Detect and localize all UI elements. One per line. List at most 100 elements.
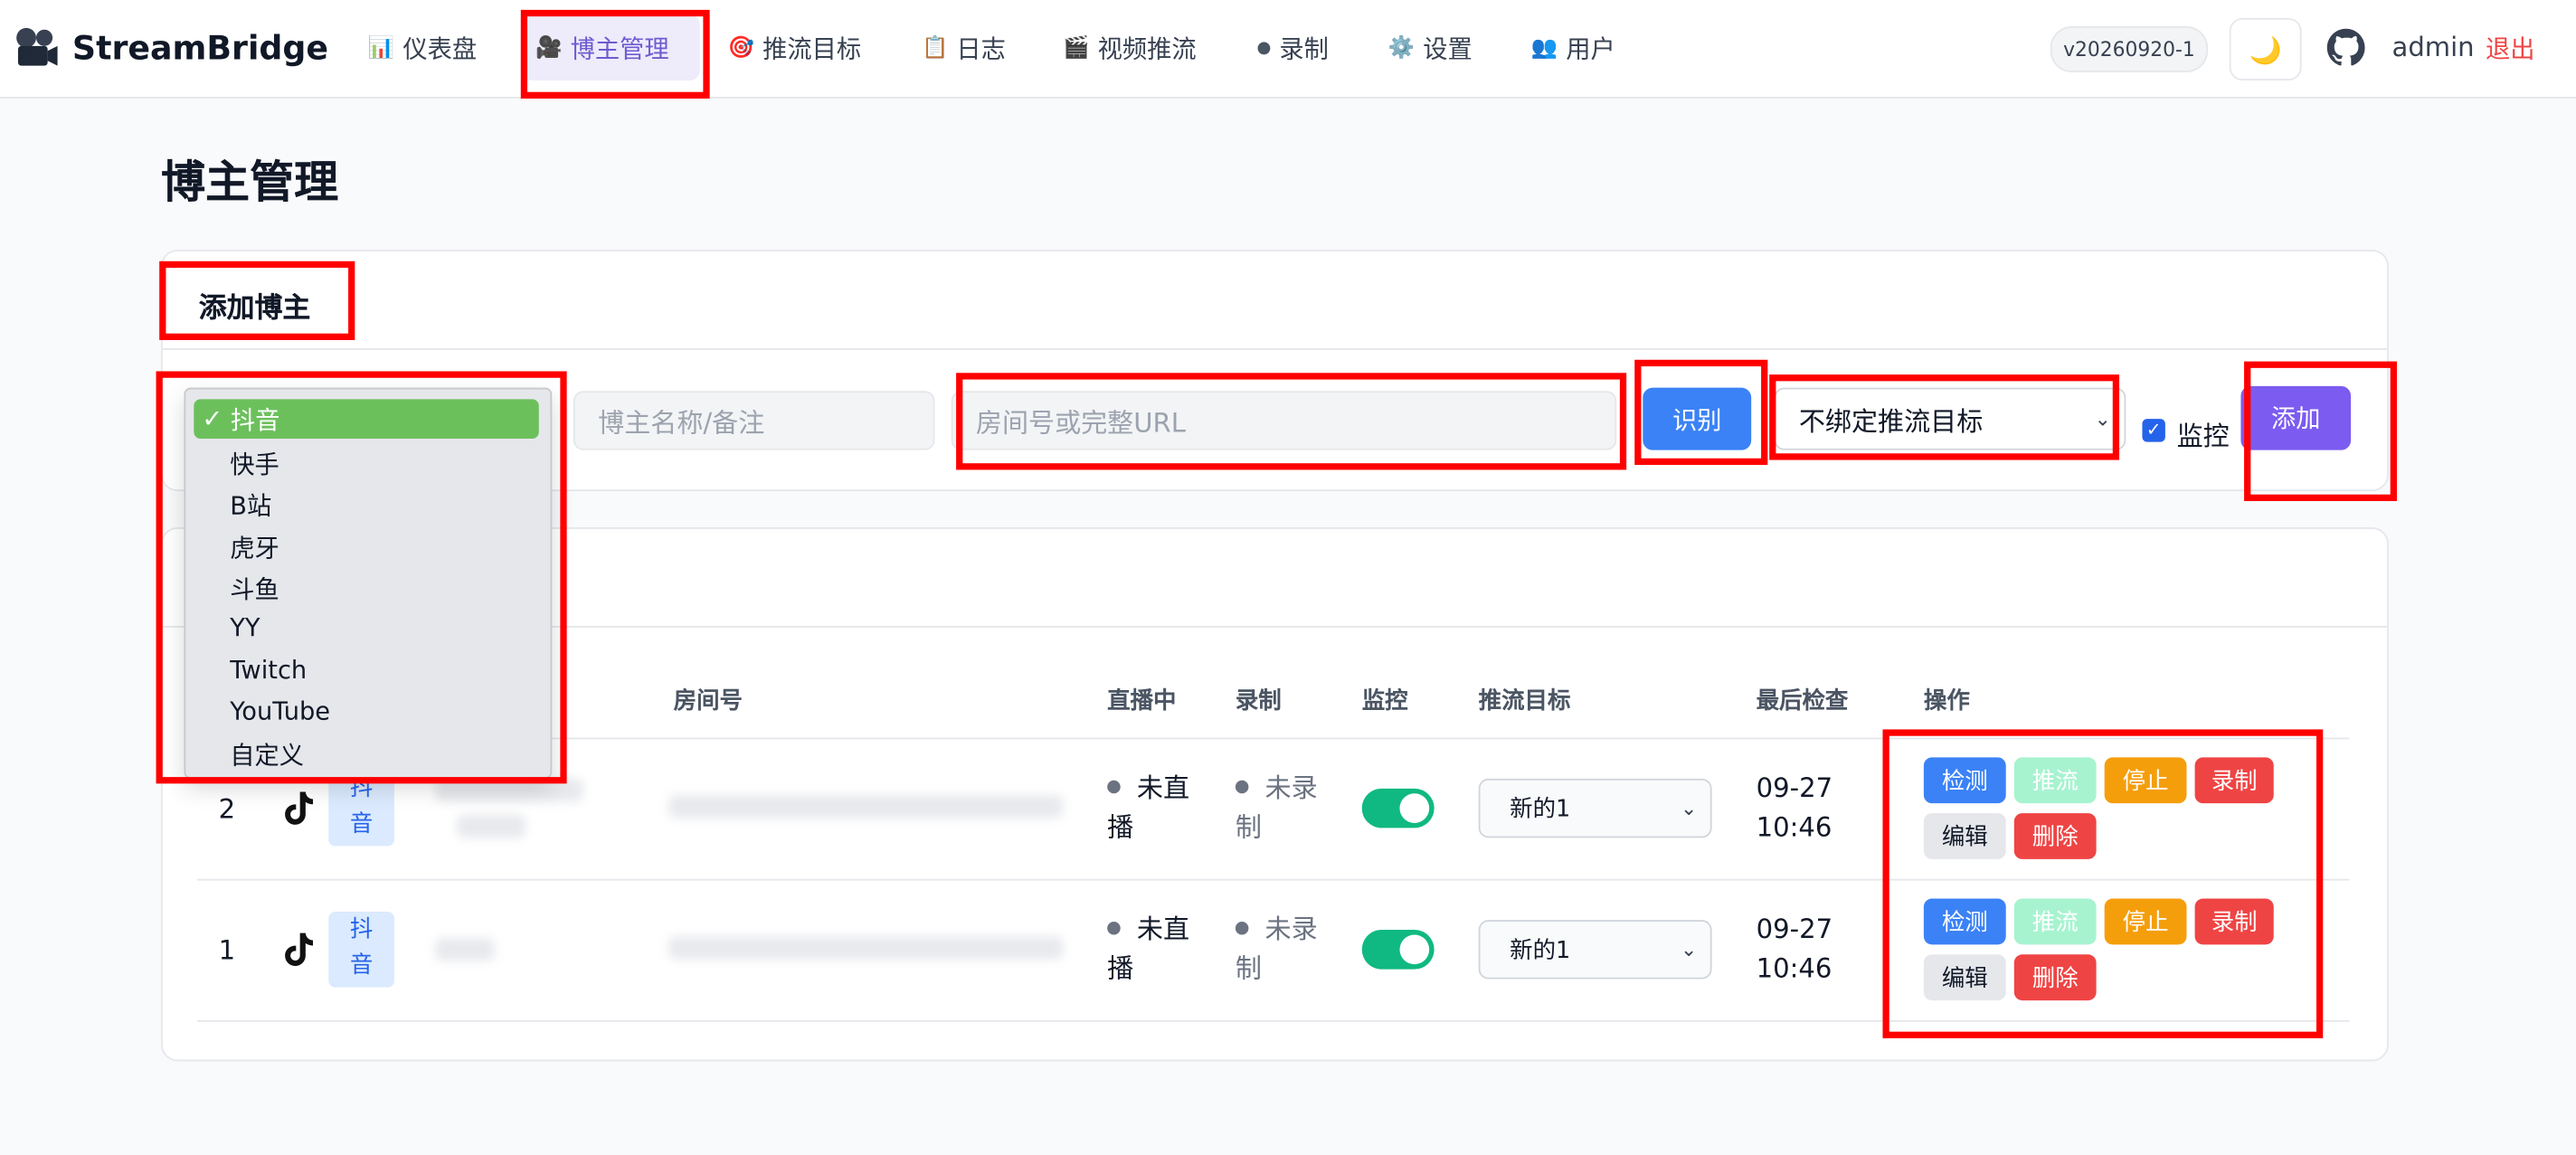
dropdown-option[interactable]: B站 (230, 488, 271, 522)
dropdown-option[interactable]: Twitch (230, 656, 307, 686)
current-user[interactable]: admin (2392, 32, 2475, 63)
nav-record[interactable]: ● 录制 (1256, 28, 1328, 68)
add-streamer-title: 添加博主 (198, 292, 311, 326)
dropdown-option[interactable]: 虎牙 (230, 531, 279, 565)
edit-button[interactable]: 编辑 (1923, 954, 2006, 1001)
detect-button[interactable]: 检测 (1923, 757, 2006, 804)
col-header-record: 录制 (1235, 688, 1282, 715)
brand-name: StreamBridge (71, 27, 329, 68)
stop-button[interactable]: 停止 (2104, 898, 2187, 945)
live-status: 未直 播 (1107, 769, 1189, 847)
platform-tag-line: 音 (349, 952, 374, 980)
chevron-down-icon: ⌄ (1680, 796, 1698, 820)
nav-dashboard[interactable]: 📊 仪表盘 (368, 28, 477, 68)
dropdown-option[interactable]: YouTube (230, 696, 330, 726)
record-button[interactable]: 录制 (2194, 757, 2274, 804)
dropdown-option[interactable]: 快手 (230, 447, 279, 481)
last-check: 09-27 10:46 (1757, 769, 1833, 847)
moon-icon: 🌙 (2249, 33, 2282, 65)
row-target-select[interactable]: 新的1 ⌄ (1478, 920, 1712, 980)
nav-label: 用户 (1566, 33, 1615, 63)
detect-button[interactable]: 检测 (1923, 898, 2006, 945)
blurred-streamer-name (456, 814, 526, 838)
status-dot-icon (1107, 921, 1121, 935)
nav-streamer-management[interactable]: 🎥 博主管理 (535, 28, 668, 68)
push-target-select[interactable]: 不绑定推流目标 ⌄ (1774, 387, 2126, 450)
push-button[interactable]: 推流 (2013, 757, 2097, 804)
dropdown-option-selected[interactable]: ✓ 抖音 (194, 399, 539, 439)
dropdown-option[interactable]: YY (230, 612, 260, 642)
target-icon: 🎯 (727, 35, 755, 61)
dropdown-option[interactable]: 自定义 (230, 738, 304, 772)
stop-button[interactable]: 停止 (2104, 757, 2187, 804)
platform-tag-line: 抖 (349, 775, 374, 802)
option-label: 抖音 (230, 404, 280, 435)
logout-link[interactable]: 退出 (2486, 32, 2535, 66)
delete-button[interactable]: 删除 (2013, 813, 2097, 859)
status-dot-icon (1107, 780, 1121, 794)
nav-label: 录制 (1279, 33, 1329, 63)
video-camera-icon: 🎥 (535, 35, 563, 61)
monitor-checkbox[interactable]: ✓ (2142, 419, 2165, 442)
status-dot-icon (1235, 921, 1249, 935)
col-header-target: 推流目标 (1478, 688, 1571, 715)
theme-toggle-button[interactable]: 🌙 (2229, 17, 2302, 80)
version-badge: v20260920-1 (2050, 26, 2209, 72)
nav-settings[interactable]: ⚙️ 设置 (1388, 28, 1473, 68)
col-header-actions: 操作 (1923, 688, 1970, 715)
status-text: 未直 (1136, 913, 1190, 945)
row-target-select[interactable]: 新的1 ⌄ (1478, 778, 1712, 838)
col-header-room: 房间号 (673, 688, 743, 715)
monitor-checkbox-label: 监控 (2176, 420, 2230, 452)
nav-video-push[interactable]: 🎬 视频推流 (1063, 28, 1196, 68)
platform-tag: 抖 音 (328, 912, 394, 988)
dropdown-option[interactable]: 斗鱼 (230, 572, 279, 606)
monitor-toggle[interactable] (1361, 788, 1435, 828)
blurred-streamer-name (435, 938, 495, 961)
row-target-value: 新的1 (1510, 938, 1571, 965)
blurred-room-url (668, 936, 1064, 960)
monitor-toggle[interactable] (1361, 930, 1435, 970)
camera-logo-icon (16, 27, 58, 66)
last-check-time: 10:46 (1756, 811, 1833, 843)
room-url-input[interactable]: 房间号或完整URL (951, 391, 1617, 450)
nav-label: 视频推流 (1097, 33, 1197, 63)
tiktok-icon (285, 933, 314, 966)
row-target-value: 新的1 (1510, 796, 1571, 823)
platform-dropdown-menu[interactable]: ✓ 抖音 快手 B站 虎牙 斗鱼 YY Twitch YouTube 自定义 (184, 387, 553, 779)
gear-icon: ⚙️ (1387, 35, 1416, 61)
platform-tag-line: 抖 (349, 916, 374, 943)
last-check-time: 10:46 (1756, 952, 1833, 984)
push-button[interactable]: 推流 (2013, 898, 2097, 945)
nav-push-targets[interactable]: 🎯 推流目标 (728, 28, 861, 68)
row-id: 1 (218, 934, 236, 966)
record-status: 未录 制 (1235, 769, 1318, 847)
status-text: 未直 (1136, 772, 1190, 804)
status-dot-icon (1235, 780, 1249, 794)
status-text: 播 (1107, 952, 1134, 984)
last-check: 09-27 10:46 (1757, 910, 1833, 989)
record-button[interactable]: 录制 (2194, 898, 2274, 945)
row-id: 2 (218, 793, 236, 825)
identify-button[interactable]: 识别 (1643, 387, 1752, 450)
brand[interactable]: StreamBridge (14, 23, 329, 71)
users-icon: 👥 (1530, 35, 1558, 61)
clipboard-icon: 📋 (921, 35, 949, 61)
record-status: 未录 制 (1235, 910, 1318, 989)
delete-button[interactable]: 删除 (2013, 954, 2097, 1001)
edit-button[interactable]: 编辑 (1923, 813, 2006, 859)
status-text: 制 (1235, 952, 1262, 984)
nav-users[interactable]: 👥 用户 (1531, 28, 1615, 68)
name-input[interactable]: 博主名称/备注 (573, 391, 935, 450)
platform-tag-line: 音 (349, 811, 374, 838)
status-text: 未录 (1264, 913, 1318, 945)
record-dot-icon: ● (1256, 38, 1272, 57)
nav-label: 日志 (956, 33, 1006, 63)
github-icon[interactable] (2326, 28, 2366, 68)
divider (162, 348, 2388, 350)
nav-label: 设置 (1423, 33, 1473, 63)
add-button[interactable]: 添加 (2240, 385, 2352, 450)
tiktok-icon (285, 791, 314, 825)
checkmark-icon: ✓ (202, 403, 223, 434)
nav-logs[interactable]: 📋 日志 (922, 28, 1006, 68)
